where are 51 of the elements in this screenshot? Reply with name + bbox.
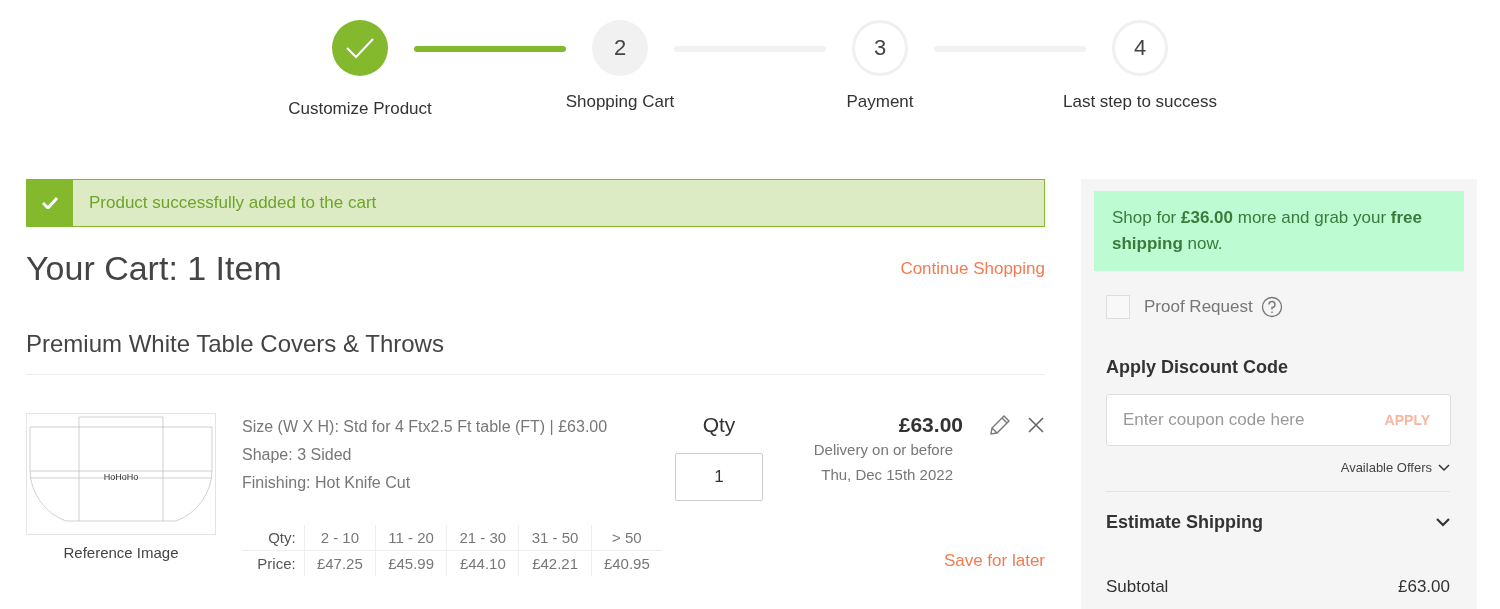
step-number: 4 [1133,35,1147,61]
step-label: Shopping Cart [565,92,675,112]
table-cell: 2 - 10 [304,525,376,551]
delivery-text: Delivery on or before [813,440,953,460]
step-number: 3 [873,35,887,61]
qty-input[interactable]: 1 [675,453,763,501]
chevron-down-icon[interactable] [1438,463,1450,472]
proof-checkbox[interactable] [1106,295,1130,319]
subtotal-value: £63.00 [1398,577,1450,597]
step-label: Customize Product [288,99,432,119]
proof-label: Proof Request [1144,297,1253,317]
step-label: Last step to success [1063,92,1217,112]
step-number: 2 [613,35,627,61]
image-caption: Reference Image [63,544,179,561]
check-icon [42,197,58,209]
table-cell: £40.95 [591,550,662,576]
table-cell: 11 - 20 [375,525,447,551]
coupon-field[interactable]: Enter coupon code here APPLY [1106,394,1451,446]
delivery-text: Thu, Dec 15th 2022 [821,465,953,485]
qty-label: Qty [702,413,736,437]
table-cell: £44.10 [446,550,519,576]
table-cell: £47.25 [304,550,376,576]
save-for-later-link[interactable]: Save for later [943,551,1045,571]
edit-icon[interactable] [989,414,1011,436]
table-cell: £42.21 [519,550,592,576]
item-price: £63.00 [898,413,963,437]
table-cell: > 50 [591,525,662,551]
subtotal-label: Subtotal [1106,577,1169,597]
section-title: Premium White Table Covers & Throws [26,330,1045,375]
step-label: Payment [846,92,914,112]
table-cell: £45.99 [375,550,447,576]
available-offers-link[interactable]: Available Offers [1340,460,1432,475]
cart-title: Your Cart: 1 Item [26,249,282,288]
table-cell: Price: [242,550,305,576]
product-spec: Shape: 3 Sided [242,445,353,465]
help-icon[interactable] [1260,296,1283,318]
continue-shopping-link[interactable]: Continue Shopping [900,258,1045,279]
check-icon [345,37,375,59]
apply-button[interactable]: APPLY [1378,411,1436,429]
table-cover-drawing: HoHoHo [26,413,216,535]
product-spec: Finishing: Hot Knife Cut [242,473,412,493]
table-cell: 21 - 30 [446,525,519,551]
discount-title: Apply Discount Code [1106,357,1289,378]
table-cell: 31 - 50 [519,525,592,551]
chevron-down-icon[interactable] [1436,518,1450,527]
close-icon[interactable] [1027,416,1045,434]
estimate-shipping-toggle[interactable]: Estimate Shipping [1106,491,1450,533]
product-spec: Size (W X H): Std for 4 Ftx2.5 Ft table (FT) | £63.00 [242,417,609,437]
alert-message: Product successfully added to the cart [89,193,377,213]
table-cell: Qty: [242,525,305,551]
shipping-note: Shop for £36.00 more and grab your free shipping now. [1094,191,1464,271]
